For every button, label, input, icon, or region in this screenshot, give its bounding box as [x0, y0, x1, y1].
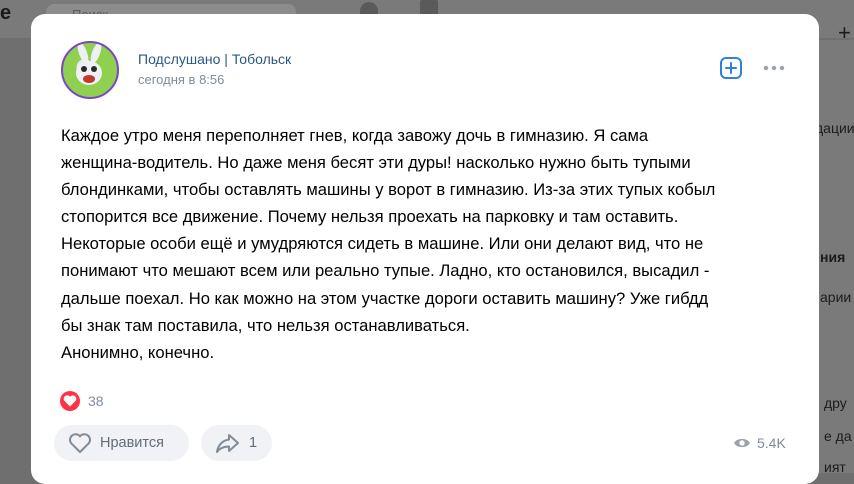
like-button[interactable]: Нравится: [54, 425, 189, 461]
post-text: Каждое утро меня переполняет гнев, когда…: [61, 126, 716, 362]
post-modal: Подслушано | Тобольск сегодня в 8:56 Каж…: [31, 14, 819, 484]
group-name-link[interactable]: Подслушано | Тобольск: [138, 51, 291, 67]
background-logo: е: [0, 2, 12, 24]
background-right-text: арии: [820, 289, 852, 305]
background-right-text: дации: [815, 120, 854, 136]
eye-icon: [734, 438, 750, 448]
more-horizontal-icon[interactable]: [762, 58, 786, 78]
heart-icon: [60, 391, 80, 411]
background-right-text: ния: [820, 249, 846, 265]
share-button[interactable]: 1: [201, 425, 272, 461]
heart-outline-icon: [69, 433, 91, 453]
share-icon: [216, 434, 239, 453]
group-avatar[interactable]: [61, 41, 119, 99]
background-right-text: е да: [824, 428, 852, 444]
likes-count: 38: [88, 393, 104, 409]
like-button-label: Нравится: [100, 435, 164, 451]
share-count: 1: [249, 435, 258, 451]
views-count: 5.4K: [757, 435, 786, 451]
rabbid-avatar-icon: [76, 43, 102, 85]
post-timestamp[interactable]: сегодня в 8:56: [138, 72, 224, 87]
add-square-icon[interactable]: [719, 56, 743, 80]
background-right-text: дру: [824, 395, 847, 411]
views-counter: 5.4K: [733, 435, 786, 451]
